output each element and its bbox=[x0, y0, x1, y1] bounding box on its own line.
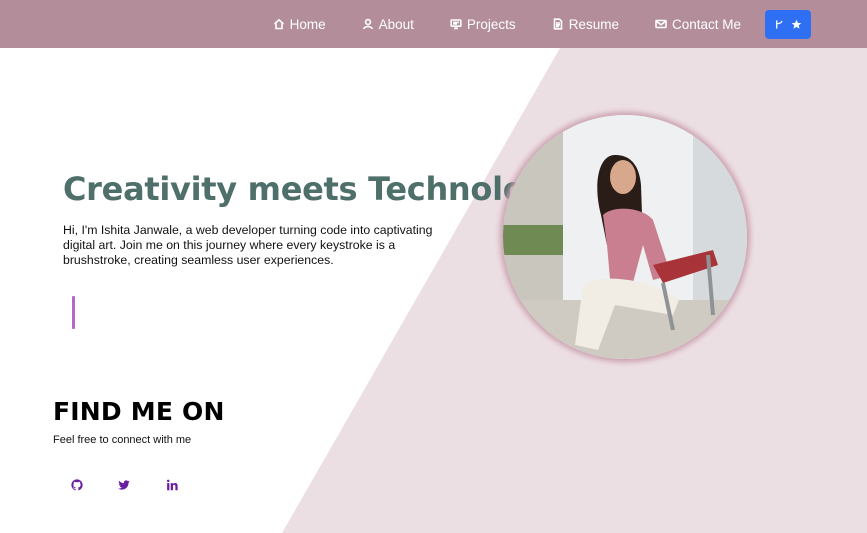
github-icon bbox=[71, 479, 83, 491]
twitter-link[interactable] bbox=[115, 476, 133, 494]
profile-photo bbox=[503, 115, 747, 359]
find-me-subtitle: Feel free to connect with me bbox=[53, 434, 192, 446]
nav-projects-label: Projects bbox=[466, 16, 516, 32]
navbar: Home About Projects Resume Contact Me bbox=[0, 0, 867, 48]
profile-photo-illustration bbox=[503, 115, 747, 359]
github-link[interactable] bbox=[68, 476, 86, 494]
page: Home About Projects Resume Contact Me Cr… bbox=[0, 0, 867, 533]
monitor-icon bbox=[450, 19, 462, 30]
github-fork-star-button[interactable] bbox=[765, 9, 811, 39]
document-icon bbox=[553, 18, 562, 30]
nav-contact-label: Contact Me bbox=[671, 16, 741, 32]
nav-contact[interactable]: Contact Me bbox=[655, 17, 741, 32]
nav-projects[interactable]: Projects bbox=[450, 17, 516, 32]
twitter-icon bbox=[118, 480, 130, 490]
linkedin-link[interactable] bbox=[163, 476, 181, 494]
nav-resume-label: Resume bbox=[568, 16, 619, 32]
hero-title: Creativity meets Technology bbox=[63, 170, 568, 208]
nav-about-label: About bbox=[378, 16, 414, 32]
home-icon bbox=[273, 18, 284, 30]
nav-home-label: Home bbox=[289, 16, 326, 32]
linkedin-icon bbox=[166, 479, 178, 491]
find-me-title: FIND ME ON bbox=[53, 397, 225, 426]
nav-resume[interactable]: Resume bbox=[552, 17, 619, 32]
nav-home[interactable]: Home bbox=[273, 17, 326, 32]
typing-cursor bbox=[72, 296, 75, 329]
envelope-icon bbox=[655, 19, 667, 29]
user-icon bbox=[362, 18, 373, 30]
nav-about[interactable]: About bbox=[362, 17, 414, 32]
fork-icon bbox=[776, 19, 783, 29]
hero-description: Hi, I'm Ishita Janwale, a web developer … bbox=[63, 223, 433, 267]
star-icon bbox=[791, 19, 802, 29]
